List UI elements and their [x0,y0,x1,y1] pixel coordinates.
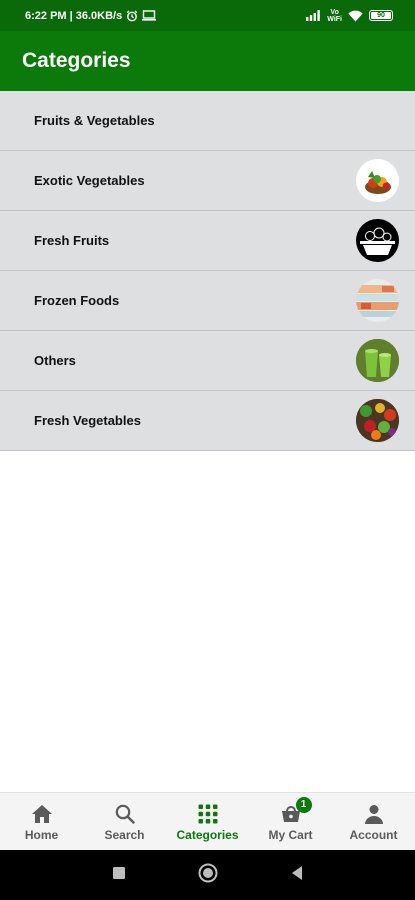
recents-button[interactable] [112,866,126,885]
screen-cast-icon [142,10,157,21]
category-label: Fresh Fruits [34,233,110,248]
nav-search-label: Search [104,827,145,842]
green-juice-image [356,339,399,382]
fruit-basket-icon [356,219,399,262]
home-icon [31,803,53,825]
category-row-exotic-vegetables[interactable]: Exotic Vegetables [0,151,415,211]
system-navigation-bar [0,850,415,900]
category-label: Others [34,353,76,368]
status-time: 6:22 PM | 36.0KB/s [25,9,123,22]
account-icon [364,803,384,825]
category-label: Frozen Foods [34,293,120,308]
nav-account[interactable]: Account [332,793,415,851]
signal-icon [306,10,321,21]
home-button[interactable] [198,863,218,888]
cart-count-badge: 1 [295,796,312,813]
category-label: Fresh Vegetables [34,413,141,428]
battery-icon: 90 [369,10,393,21]
nav-cart-label: My Cart [268,827,313,842]
back-button[interactable] [290,865,304,886]
search-icon [115,803,135,825]
app-bar: Categories [0,31,415,91]
category-row-frozen-foods[interactable]: Frozen Foods [0,271,415,331]
vowifi-indicator: Vo WiFi [327,8,342,23]
vegetables-image [356,399,399,442]
alarm-icon [126,10,138,22]
grid-icon [198,803,218,825]
wifi-icon [348,10,363,22]
nav-account-label: Account [349,827,398,842]
nav-cart[interactable]: 1 My Cart [249,793,332,851]
page-title: Categories [22,49,131,72]
nav-home-label: Home [24,827,59,842]
battery-level: 90 [377,12,385,19]
category-row-fresh-vegetables[interactable]: Fresh Vegetables [0,391,415,451]
nav-home[interactable]: Home [0,793,83,851]
category-row-fresh-fruits[interactable]: Fresh Fruits [0,211,415,271]
frozen-food-image [356,279,399,322]
nav-search[interactable]: Search [83,793,166,851]
category-row-fruits-vegetables[interactable]: Fruits & Vegetables [0,91,415,151]
status-bar: 6:22 PM | 36.0KB/s Vo WiFi 90 [0,0,415,31]
nav-categories[interactable]: Categories [166,793,249,851]
bottom-navigation: Home Search Categories 1 My Cart Account [0,792,415,851]
vegetable-basket-image [356,159,399,202]
category-list: Fruits & Vegetables Exotic Vegetables Fr… [0,91,415,451]
nav-categories-label: Categories [176,827,239,842]
category-row-others[interactable]: Others [0,331,415,391]
category-label: Fruits & Vegetables [34,113,155,128]
category-label: Exotic Vegetables [34,173,145,188]
cart-icon: 1 [281,796,312,825]
